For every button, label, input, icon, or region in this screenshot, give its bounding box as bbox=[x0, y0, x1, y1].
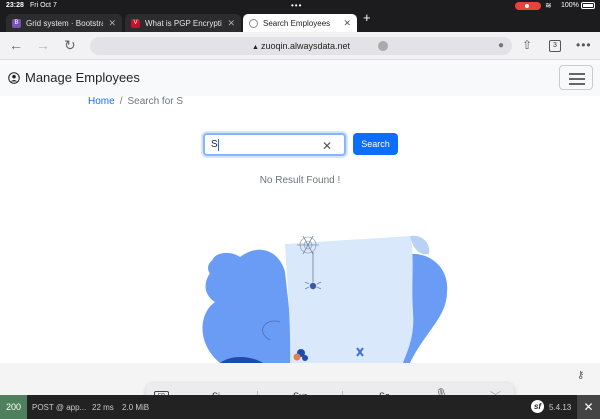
wifi-icon: ≋ bbox=[545, 1, 552, 10]
more-options-icon[interactable]: ••• bbox=[576, 38, 592, 52]
back-arrow-icon[interactable]: ← bbox=[9, 37, 23, 53]
hamburger-line bbox=[569, 78, 585, 80]
page-navbar: Manage Employees bbox=[0, 60, 600, 96]
battery-icon bbox=[581, 2, 595, 9]
status-date: Fri Oct 7 bbox=[30, 2, 57, 9]
tab-title: Search Employees bbox=[263, 18, 331, 28]
debug-toolbar: 200 POST @ app... 22 ms 2.0 MiB sf 5.4.1… bbox=[0, 395, 600, 419]
request-info[interactable]: POST @ app... bbox=[32, 403, 86, 412]
close-tab-icon[interactable]: ✕ bbox=[227, 18, 235, 29]
globe-icon bbox=[249, 18, 258, 28]
new-tab-button[interactable]: + bbox=[363, 10, 371, 25]
hamburger-line bbox=[569, 73, 585, 75]
share-icon[interactable]: ⇧ bbox=[522, 38, 532, 52]
multitasking-dots-icon[interactable]: ••• bbox=[291, 1, 302, 10]
request-time[interactable]: 22 ms bbox=[92, 403, 114, 412]
page-loading-indicator bbox=[378, 41, 388, 51]
url-text: zuoqin.alwaysdata.net bbox=[260, 41, 350, 51]
reload-icon[interactable]: ↻ bbox=[64, 37, 76, 54]
url-text-wrap: ▲ zuoqin.alwaysdata.net bbox=[90, 41, 512, 51]
navbar-brand[interactable]: Manage Employees bbox=[8, 70, 140, 85]
site-favicon-icon: V bbox=[131, 18, 140, 28]
breadcrumb-current: Search for S bbox=[127, 96, 184, 107]
breadcrumb: Home / Search for S bbox=[88, 96, 183, 107]
search-input[interactable]: S ✕ bbox=[203, 133, 346, 156]
empty-state-illustration bbox=[202, 235, 448, 363]
text-cursor bbox=[218, 139, 219, 151]
bootstrap-favicon-icon: B bbox=[12, 18, 21, 28]
tab-count-button[interactable]: 3 bbox=[549, 40, 561, 52]
user-circle-icon bbox=[8, 71, 20, 84]
status-time: 23:28 bbox=[6, 2, 24, 9]
close-tab-icon[interactable]: ✕ bbox=[343, 18, 351, 29]
tab-search-employees[interactable]: Search Employees ✕ bbox=[243, 14, 357, 32]
tab-bootstrap-grid[interactable]: B Grid system · Bootstrap ✕ bbox=[6, 14, 122, 32]
http-status-badge[interactable]: 200 bbox=[0, 395, 27, 419]
key-icon[interactable]: ⚷ bbox=[577, 370, 584, 381]
screen-recording-icon bbox=[515, 2, 541, 10]
symfony-logo-icon[interactable]: sf bbox=[531, 400, 544, 413]
brand-label: Manage Employees bbox=[25, 70, 140, 85]
device-status-bar: 23:28 Fri Oct 7 ••• ≋ 100% bbox=[0, 0, 600, 12]
breadcrumb-home-link[interactable]: Home bbox=[88, 96, 115, 107]
address-toolbar: ← → ↻ ▲ zuoqin.alwaysdata.net ● ⇧ 3 ••• bbox=[0, 32, 600, 60]
no-result-message: No Result Found ! bbox=[259, 175, 341, 186]
search-button[interactable]: Search bbox=[353, 133, 398, 155]
memory-usage[interactable]: 2.0 MiB bbox=[122, 403, 149, 412]
navbar-toggler-button[interactable] bbox=[559, 65, 593, 90]
browser-tab-bar: B Grid system · Bootstrap ✕ V What is PG… bbox=[0, 10, 600, 32]
tab-title: What is PGP Encryption bbox=[145, 18, 223, 28]
symfony-version[interactable]: 5.4.13 bbox=[549, 403, 571, 412]
microphone-icon[interactable]: ● bbox=[498, 40, 504, 51]
hamburger-line bbox=[569, 83, 585, 85]
close-toolbar-button[interactable]: ✕ bbox=[577, 395, 600, 419]
tab-title: Grid system · Bootstrap bbox=[26, 18, 104, 28]
forward-arrow-icon[interactable]: → bbox=[36, 37, 50, 53]
close-tab-icon[interactable]: ✕ bbox=[108, 18, 116, 29]
search-input-value: S bbox=[211, 139, 218, 150]
lock-icon: ▲ bbox=[252, 44, 259, 51]
tab-pgp-encryption[interactable]: V What is PGP Encryption ✕ bbox=[125, 14, 241, 32]
clear-search-icon[interactable]: ✕ bbox=[322, 139, 332, 153]
breadcrumb-separator: / bbox=[119, 96, 123, 107]
battery-percentage: 100% bbox=[561, 2, 579, 9]
url-field[interactable]: ▲ zuoqin.alwaysdata.net ● bbox=[90, 37, 512, 55]
